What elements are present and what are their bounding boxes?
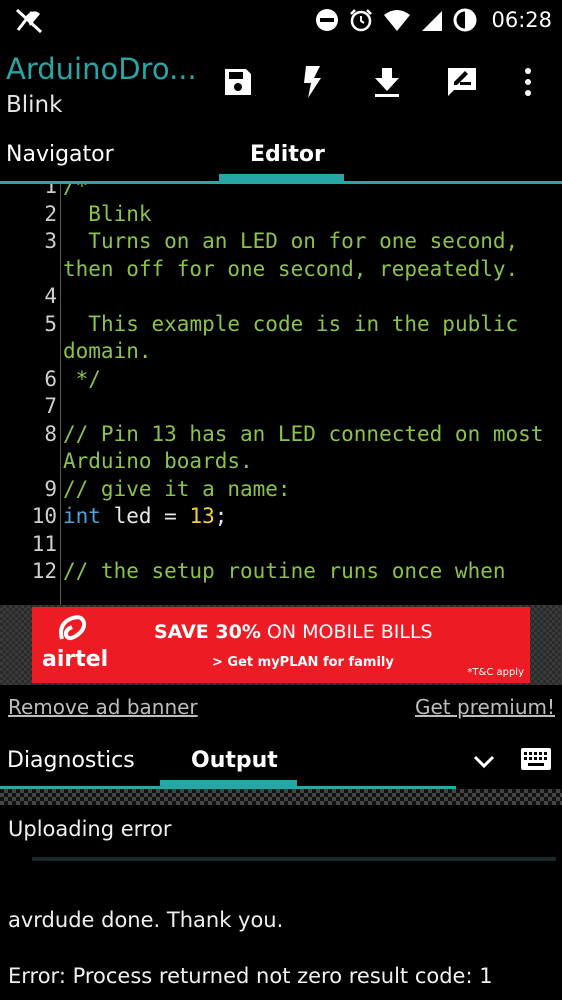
code-line: 3 Turns on an LED on for one second, the…: [0, 228, 558, 283]
cell-signal-icon: [422, 11, 443, 31]
save-icon: [225, 69, 251, 95]
sketch-name: Blink: [6, 92, 63, 118]
tab-editor[interactable]: Editor: [250, 126, 325, 181]
airtel-logo-icon: [59, 615, 87, 641]
code-line: 7: [0, 393, 558, 421]
divider-pattern: [0, 789, 562, 805]
ad-terms: *T&C apply: [467, 667, 524, 678]
code-line: 6 */: [0, 366, 558, 394]
line-number: 5: [44, 311, 57, 336]
status-bar: 06:28: [0, 0, 562, 40]
line-number: 1: [44, 184, 57, 198]
number-token: 13: [176, 504, 215, 528]
code-text: Turns on an LED on for one second, then …: [63, 229, 531, 281]
code-text: // the setup routine runs once when: [63, 559, 506, 583]
more-vert-icon: [525, 68, 531, 96]
tab-output[interactable]: Output: [191, 733, 278, 785]
output-line: avrdude done. Thank you.: [8, 908, 284, 932]
code-editor[interactable]: 1 /* 2 Blink 3 Turns on an LED on for on…: [0, 184, 562, 605]
save-button[interactable]: [218, 62, 258, 102]
edit-note-icon: [448, 68, 476, 96]
upload-button[interactable]: [367, 62, 407, 102]
clock: 06:28: [491, 8, 552, 32]
line-number: 10: [31, 504, 57, 528]
code-line: 4: [0, 283, 558, 311]
line-number: 9: [44, 476, 57, 501]
line-number: 7: [44, 394, 57, 418]
serial-monitor-button[interactable]: [442, 62, 482, 102]
app-bar: ArduinoDro... Blink: [0, 40, 562, 126]
flash-icon: [304, 66, 321, 98]
ad-links: Remove ad banner Get premium!: [0, 685, 562, 733]
code-line: 2 Blink: [0, 201, 558, 229]
output-line: Error: Process returned not zero result …: [8, 964, 493, 988]
output-divider: [32, 857, 556, 861]
signal-off-icon: [15, 8, 43, 34]
tab-diagnostics[interactable]: Diagnostics: [7, 733, 135, 785]
tab-navigator[interactable]: Navigator: [6, 126, 114, 181]
code-line: 12 // the setup routine runs once when: [0, 558, 558, 586]
keyword-token: int: [63, 504, 101, 528]
get-premium-link[interactable]: Get premium!: [415, 695, 555, 719]
code-line: 5 This example code is in the public dom…: [0, 311, 558, 366]
keyboard-icon[interactable]: [520, 745, 552, 773]
code-text: This example code is in the public domai…: [63, 311, 531, 364]
output-line: Uploading error: [8, 817, 172, 841]
code-line: 11: [0, 531, 558, 559]
ad-headline-bold: SAVE 30%: [154, 621, 261, 643]
code-text: */: [63, 366, 101, 391]
code-line: 10 int led = 13;: [0, 503, 558, 531]
line-number: 12: [31, 559, 57, 583]
output-console[interactable]: Uploading error avrdude done. Thank you.…: [0, 805, 562, 1000]
app-title: ArduinoDro...: [6, 52, 197, 86]
code-text: // give it a name:: [63, 476, 291, 501]
ad-area: airtel SAVE 30% ON MOBILE BILLS > Get my…: [0, 605, 562, 685]
ad-headline: SAVE 30% ON MOBILE BILLS: [154, 621, 433, 643]
ad-brand: airtel: [42, 647, 109, 672]
line-number: 4: [44, 284, 57, 308]
code-text: /*: [63, 184, 89, 198]
chevron-down-icon[interactable]: [470, 747, 498, 775]
code-line: 9 // give it a name:: [0, 476, 558, 504]
tab-indicator: [219, 174, 344, 181]
remove-ad-link[interactable]: Remove ad banner: [8, 695, 198, 719]
top-tabs: Navigator Editor: [0, 126, 562, 184]
overflow-menu-button[interactable]: [508, 62, 548, 102]
line-number: 6: [44, 366, 57, 391]
ad-headline-rest: ON MOBILE BILLS: [260, 621, 433, 643]
alarm-icon: [350, 9, 373, 32]
ad-subline: > Get myPLAN for family: [212, 655, 394, 670]
wifi-icon: [384, 10, 411, 31]
code-line: 1 /*: [0, 184, 558, 201]
code-text: int led = 13;: [58, 503, 558, 531]
compile-button[interactable]: [292, 62, 332, 102]
punctuation-token: ;: [214, 504, 228, 528]
ad-banner[interactable]: airtel SAVE 30% ON MOBILE BILLS > Get my…: [32, 607, 530, 683]
do-not-disturb-icon: [316, 9, 339, 31]
code-line: 8 // Pin 13 has an LED connected on most…: [0, 421, 558, 476]
line-number: 8: [44, 421, 57, 446]
download-icon: [375, 68, 399, 97]
code-text: // Pin 13 has an LED connected on most A…: [63, 421, 557, 474]
battery-icon: [453, 8, 477, 32]
console-tabs: Diagnostics Output: [0, 733, 562, 789]
code-text: Blink: [63, 201, 152, 226]
line-number: 3: [44, 229, 57, 253]
identifier-token: led: [100, 504, 165, 528]
operator-token: =: [164, 504, 177, 528]
line-number: 11: [31, 531, 57, 556]
line-number: 2: [44, 201, 57, 226]
